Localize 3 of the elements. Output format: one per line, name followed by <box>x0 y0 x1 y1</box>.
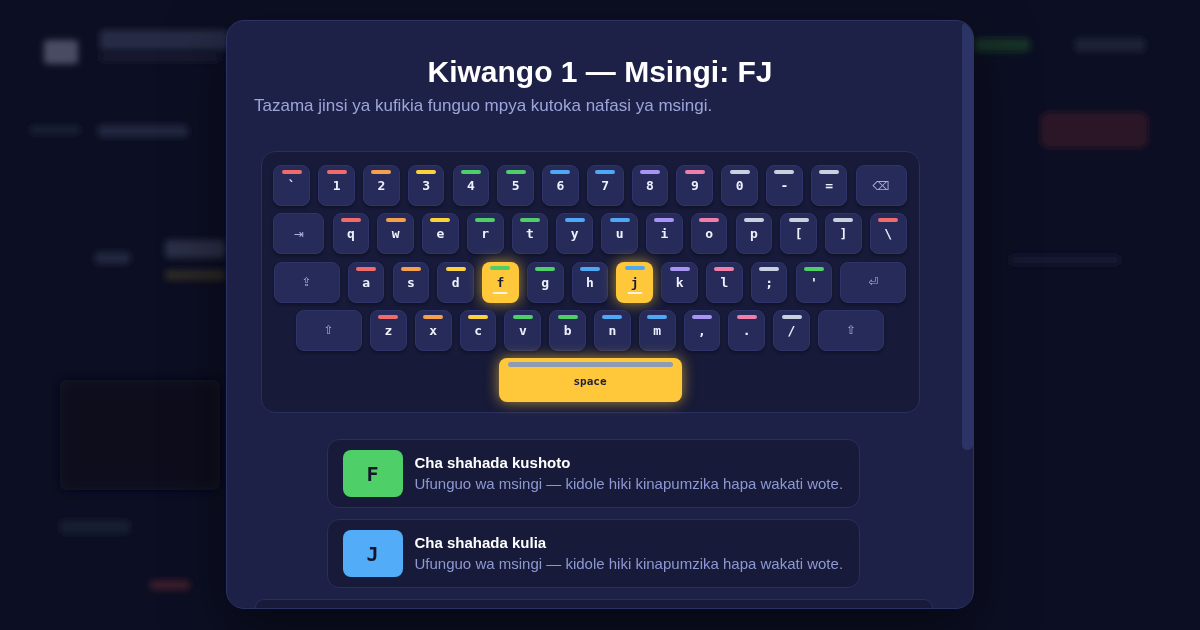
key-title: Cha shahada kulia <box>414 532 548 553</box>
key-badge: J <box>342 530 403 578</box>
key-description: Ufunguo wa msingi — kidole hiki kinapumzika hapa wakati wote. <box>414 553 844 574</box>
